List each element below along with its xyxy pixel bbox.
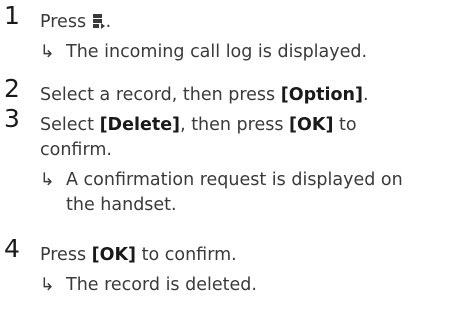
result-arrow-icon: ↳ — [40, 170, 55, 190]
step-result-continued: the handset. — [66, 195, 177, 215]
result-arrow-icon: ↳ — [40, 42, 55, 62]
step-instruction: Press . — [40, 12, 112, 32]
step-instruction: Press [OK] to confirm. — [40, 245, 237, 265]
result-arrow-icon: ↳ — [40, 275, 55, 295]
step-instruction: Select [Delete], then press [OK] to — [40, 115, 357, 135]
step-number: 3 — [4, 104, 20, 133]
step-instruction-continued: confirm. — [40, 140, 112, 160]
key-option: [Option] — [280, 85, 363, 105]
call-log-icon — [92, 12, 106, 29]
step-result: ↳ The record is deleted. — [40, 273, 257, 298]
step-instruction: Select a record, then press [Option]. — [40, 85, 369, 105]
key-ok: [OK] — [289, 115, 334, 135]
key-delete: [Delete] — [99, 115, 181, 135]
step-result: ↳ A confirmation request is displayed on — [40, 168, 403, 193]
step-result: ↳ The incoming call log is displayed. — [40, 40, 367, 65]
key-ok: [OK] — [91, 245, 137, 265]
step-number: 2 — [4, 74, 20, 103]
step-number: 4 — [4, 234, 20, 263]
step-number: 1 — [4, 1, 20, 30]
